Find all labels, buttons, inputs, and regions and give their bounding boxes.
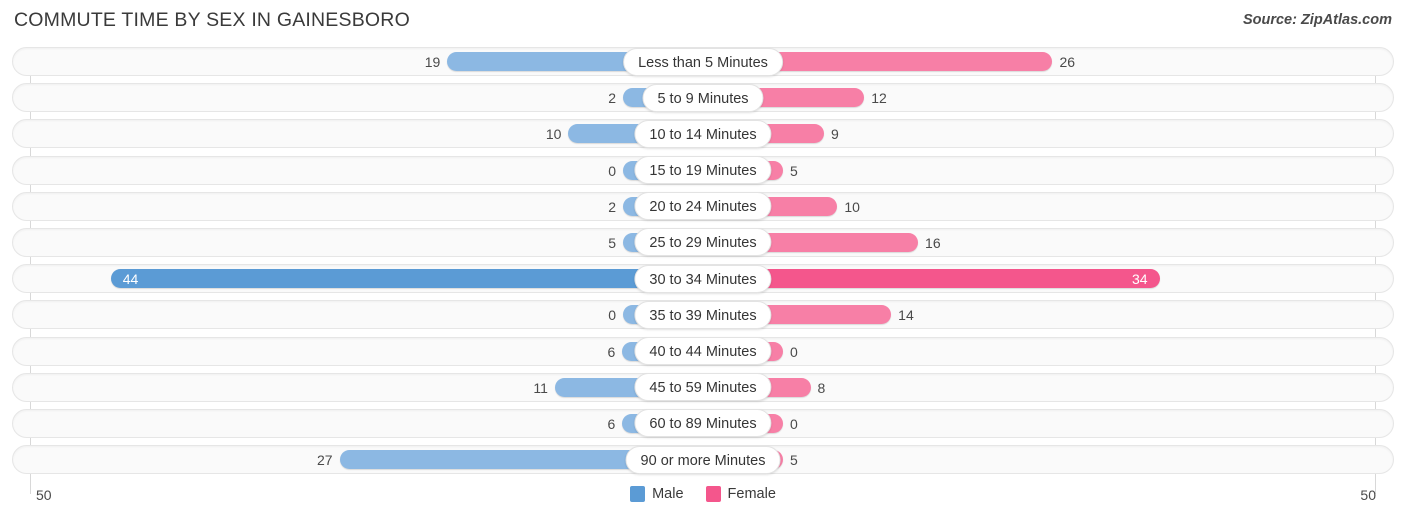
value-label-male: 5 bbox=[608, 234, 616, 251]
legend-swatch-icon bbox=[630, 486, 646, 502]
value-label-female: 16 bbox=[925, 234, 941, 251]
value-label-male: 6 bbox=[607, 415, 616, 432]
value-label-male: 10 bbox=[545, 126, 562, 143]
category-label: 15 to 19 Minutes bbox=[634, 156, 772, 185]
value-label-male: 27 bbox=[317, 452, 333, 469]
bar-row: 6 0 40 to 44 Minutes bbox=[0, 334, 1406, 370]
bar-row: 11 8 45 to 59 Minutes bbox=[0, 370, 1406, 406]
value-label-female: 10 bbox=[844, 198, 860, 215]
chart-header: COMMUTE TIME BY SEX IN GAINESBORO Source… bbox=[0, 0, 1406, 44]
value-label-female: 26 bbox=[1059, 54, 1076, 70]
value-label-male: 19 bbox=[424, 54, 441, 70]
legend-swatch-icon bbox=[705, 486, 721, 502]
category-label: 30 to 34 Minutes bbox=[634, 264, 772, 293]
category-label: 25 to 29 Minutes bbox=[634, 228, 772, 257]
value-label-female: 9 bbox=[830, 126, 839, 143]
value-label-female: 34 bbox=[1131, 271, 1148, 288]
bar-row: 2 10 20 to 24 Minutes bbox=[0, 189, 1406, 225]
value-label-female: 12 bbox=[871, 90, 887, 107]
category-label: 40 to 44 Minutes bbox=[634, 337, 772, 365]
value-label-female: 0 bbox=[790, 343, 798, 360]
value-label-male: 11 bbox=[533, 379, 548, 396]
bar-row: 6 0 60 to 89 Minutes bbox=[0, 406, 1406, 442]
chart-legend: Male Female bbox=[0, 486, 1406, 502]
value-label-male: 0 bbox=[608, 162, 616, 179]
bar-female[interactable] bbox=[703, 269, 1160, 289]
bar-row: 27 5 90 or more Minutes bbox=[0, 442, 1406, 478]
value-label-female: 0 bbox=[790, 415, 798, 432]
bar-row: 10 9 10 to 14 Minutes bbox=[0, 116, 1406, 152]
category-label: 90 or more Minutes bbox=[625, 445, 781, 474]
legend-label: Male bbox=[652, 486, 684, 502]
value-label-female: 8 bbox=[817, 379, 826, 396]
category-label: 45 to 59 Minutes bbox=[634, 373, 772, 402]
bar-row: 0 14 35 to 39 Minutes bbox=[0, 297, 1406, 333]
category-label: 35 to 39 Minutes bbox=[634, 300, 772, 329]
category-label: Less than 5 Minutes bbox=[623, 47, 783, 76]
value-label-female: 14 bbox=[898, 307, 914, 324]
bar-row: 19 26 Less than 5 Minutes bbox=[0, 44, 1406, 80]
legend-item[interactable]: Female bbox=[705, 486, 776, 502]
value-label-male: 2 bbox=[608, 90, 616, 107]
legend-item[interactable]: Male bbox=[630, 486, 684, 502]
category-label: 20 to 24 Minutes bbox=[634, 192, 772, 221]
bar-row: 2 12 5 to 9 Minutes bbox=[0, 80, 1406, 116]
category-label: 5 to 9 Minutes bbox=[642, 83, 764, 112]
chart-footer: 50 50 Male Female bbox=[0, 484, 1406, 522]
category-label: 10 to 14 Minutes bbox=[634, 119, 772, 148]
value-label-female: 5 bbox=[790, 452, 798, 469]
value-label-male: 2 bbox=[608, 198, 616, 215]
value-label-female: 5 bbox=[790, 162, 798, 179]
value-label-male: 44 bbox=[122, 271, 139, 288]
page-title: COMMUTE TIME BY SEX IN GAINESBORO bbox=[14, 9, 410, 31]
chart-plot-area: 19 26 Less than 5 Minutes 2 12 5 to 9 Minutes… bbox=[0, 44, 1406, 494]
bar-rows-container: 19 26 Less than 5 Minutes 2 12 5 to 9 Minutes… bbox=[0, 44, 1406, 478]
bar-row: 44 34 30 to 34 Minutes bbox=[0, 261, 1406, 297]
source-attribution: Source: ZipAtlas.com bbox=[1242, 12, 1392, 28]
value-label-male: 0 bbox=[608, 307, 616, 324]
bar-row: 0 5 15 to 19 Minutes bbox=[0, 153, 1406, 189]
value-label-male: 6 bbox=[607, 343, 616, 360]
category-label: 60 to 89 Minutes bbox=[634, 409, 772, 438]
legend-label: Female bbox=[727, 486, 776, 502]
bar-row: 5 16 25 to 29 Minutes bbox=[0, 225, 1406, 261]
bar-male[interactable] bbox=[110, 269, 703, 289]
